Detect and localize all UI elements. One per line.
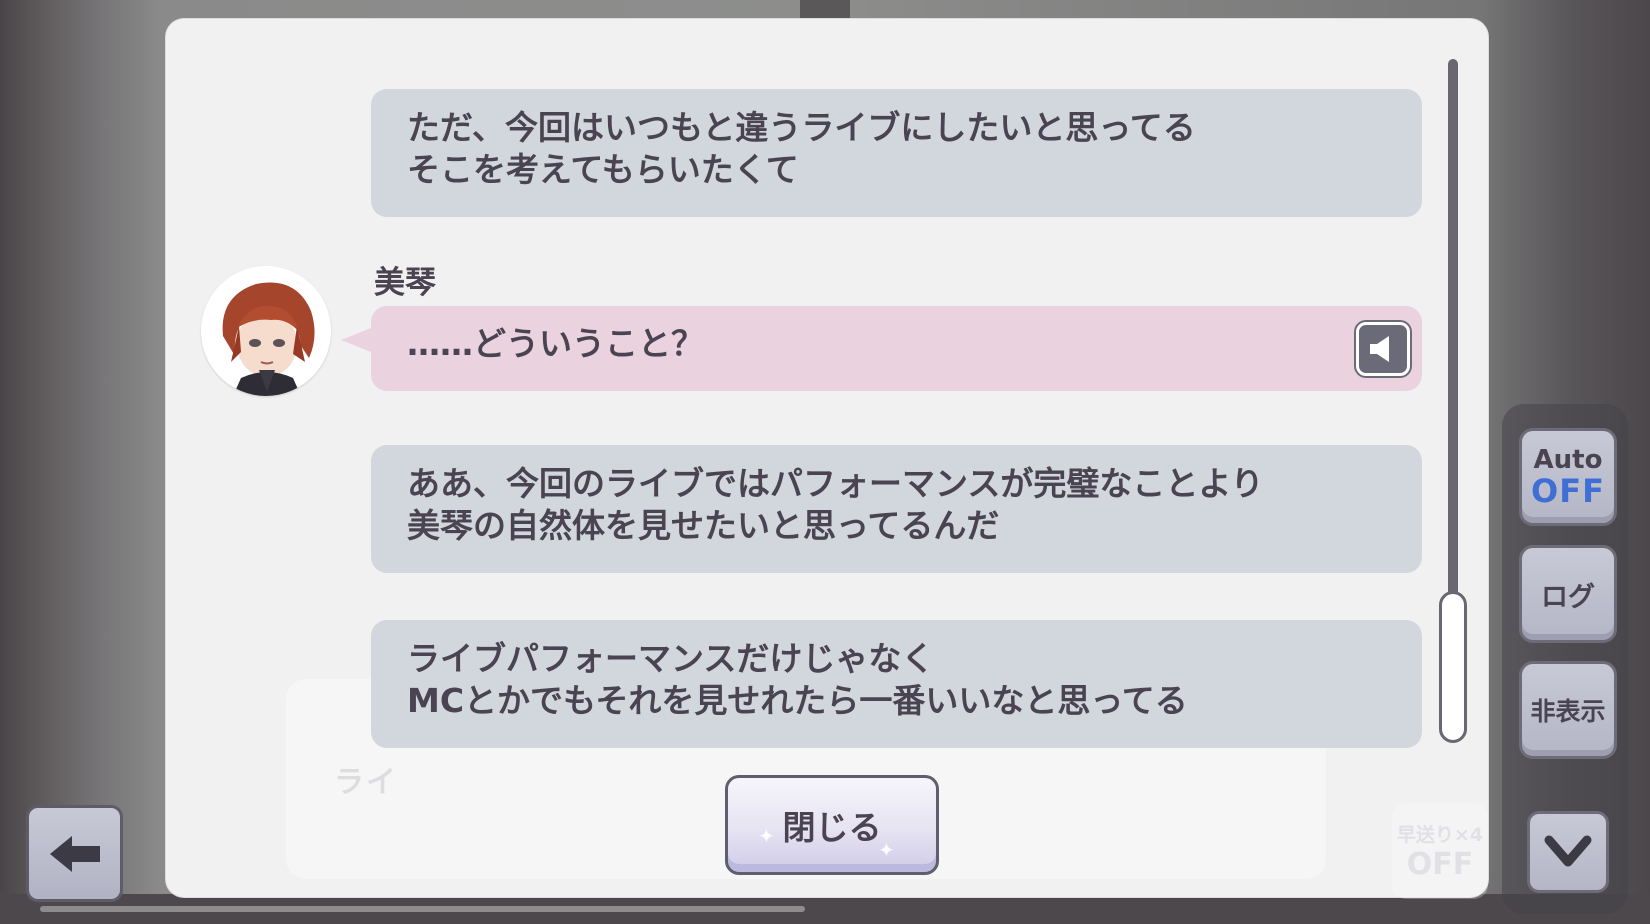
sparkle-icon: ✦ [878,838,895,862]
log-line: ライブパフォーマンスだけじゃなく [407,639,935,678]
scene-rail [40,906,805,912]
back-button[interactable] [26,805,123,902]
fast-forward-state: OFF [1406,847,1474,882]
speaker-name: 美琴 [374,265,436,301]
auto-label: Auto [1533,445,1603,475]
log-line: ただ、今回はいつもと違うライブにしたいと思ってる [407,108,1196,147]
auto-toggle-button[interactable]: Auto OFF [1519,428,1617,526]
fast-forward-label: 早送り×4 [1396,824,1484,846]
log-panel[interactable]: ライ ただ、今回はいつもと違うライブにしたいと思ってる そこを考えてもらいたくて… [166,19,1488,897]
log-line: 美琴の自然体を見せたいと思ってるんだ [407,506,1000,545]
log-line: ああ、今回のライブではパフォーマンスが完璧なことより [407,464,1264,503]
log-line: MCとかでもそれを見せれたら一番いいなと思ってる [407,681,1188,720]
arrow-left-icon [49,835,100,872]
scrollbar-thumb[interactable] [1439,591,1467,743]
log-line: ……どういうこと？ [407,324,704,363]
log-entry: ただ、今回はいつもと違うライブにしたいと思ってる そこを考えてもらいたくて [371,89,1422,217]
hide-ui-button[interactable]: 非表示 [1519,661,1617,759]
log-label: ログ [1541,581,1595,613]
log-entry: ああ、今回のライブではパフォーマンスが完璧なことより 美琴の自然体を見せたいと思… [371,445,1422,573]
collapse-button[interactable] [1527,811,1609,893]
speaker-icon [1370,336,1389,362]
log-button[interactable]: ログ [1519,545,1617,643]
voice-replay-button[interactable] [1356,322,1410,376]
close-button[interactable]: ✦ ✦ 閉じる [725,775,939,875]
log-entry: ライブパフォーマンスだけじゃなく MCとかでもそれを見せれたら一番いいなと思って… [371,620,1422,748]
sparkle-icon: ✦ [758,824,775,848]
log-entry-speaker: ……どういうこと？ [341,306,1422,391]
close-button-label: 閉じる [782,808,882,847]
log-line: そこを考えてもらいたくて [407,150,799,189]
ghost-text: ライ [334,765,398,800]
hide-label: 非表示 [1530,697,1606,726]
auto-state: OFF [1531,472,1605,510]
character-portrait-icon [201,266,331,396]
chevron-down-icon [1544,835,1592,867]
speaker-avatar [201,266,331,396]
fast-forward-button[interactable]: 早送り×4 OFF [1392,803,1488,899]
